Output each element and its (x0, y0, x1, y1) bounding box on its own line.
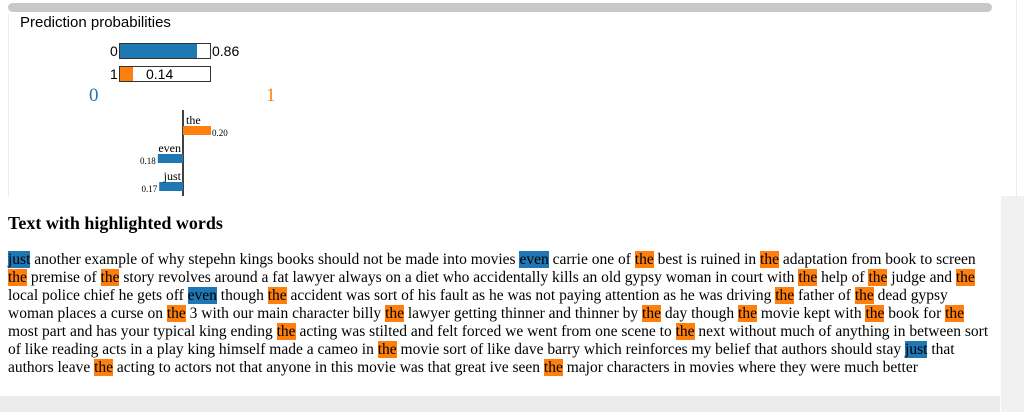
text-segment: 3 with our main character billy (185, 305, 386, 322)
highlighted-word-the: the (945, 305, 965, 322)
highlighted-word-the: the (854, 287, 874, 304)
highlighted-word-the: the (798, 269, 818, 286)
text-segment: premise of (26, 269, 101, 286)
weight-label-even-1: even (158, 141, 181, 155)
prob-bar-fill-class-0 (120, 44, 198, 58)
panel-divider (8, 14, 9, 196)
weight-value-even-1: 0.18 (140, 156, 156, 166)
highlighted-word-just: just (8, 251, 31, 268)
highlighted-word-the: the (760, 251, 779, 268)
weight-bar-even-1 (157, 154, 183, 163)
prediction-probabilities-title: Prediction probabilities (20, 14, 171, 31)
text-segment: local police chief he gets off (8, 287, 188, 304)
weight-value-just-2: 0.17 (141, 184, 157, 194)
highlighted-word-the: the (642, 305, 661, 322)
text-segment: carrie one of (548, 251, 635, 268)
highlighted-word-the: the (166, 305, 186, 322)
highlighted-text-body: just another example of why stepehn king… (8, 251, 996, 377)
text-segment: major characters in movies where they we… (562, 359, 918, 376)
class-name-left: 0 (89, 85, 99, 106)
highlighted-word-the: the (385, 305, 404, 322)
highlighted-word-the: the (100, 269, 120, 286)
weight-bar-just-2 (159, 182, 183, 191)
weight-value-the-0: 0.20 (212, 128, 228, 138)
text-segment: accident was sort of his fault as he was… (286, 287, 776, 304)
prob-label-class-0: 0 (110, 43, 118, 59)
text-segment: help of (817, 269, 869, 286)
highlighted-word-the: the (775, 287, 795, 304)
text-segment: father of (794, 287, 855, 304)
weight-label-the-0: the (186, 113, 201, 127)
text-segment: another example of why stepehn kings boo… (30, 251, 520, 268)
highlighted-word-the: the (955, 269, 975, 286)
text-segment: book for (884, 305, 946, 322)
weight-bar-the-0 (183, 126, 211, 135)
highlighted-word-the: the (8, 269, 27, 286)
text-segment: acting to actors not that anyone in this… (113, 359, 544, 376)
bottom-scrollbar-track[interactable] (0, 396, 1000, 412)
text-segment: though (216, 287, 268, 304)
weight-label-just-2: just (163, 169, 182, 183)
text-segment: most part and has your typical king endi… (8, 323, 277, 340)
highlighted-word-the: the (634, 251, 654, 268)
highlighted-word-the: the (267, 287, 287, 304)
prob-bar-fill-class-1 (120, 67, 133, 81)
text-segment: judge and (887, 269, 956, 286)
horizontal-scrollbar[interactable] (8, 3, 992, 12)
highlighted-word-even: even (519, 251, 549, 268)
prob-bar-class-0 (119, 43, 211, 59)
class-name-right: 1 (266, 85, 276, 106)
prob-label-class-1: 1 (110, 66, 118, 82)
text-segment: movie sort of like dave barry which rein… (396, 341, 906, 358)
text-segment: movie kept with (756, 305, 866, 322)
highlighted-word-the: the (865, 305, 885, 322)
highlighted-word-just: just (905, 341, 928, 358)
prob-value-class-0: 0.86 (212, 43, 240, 59)
highlighted-word-the: the (675, 323, 695, 340)
text-segment: lawyer getting thinner and thinner by (404, 305, 643, 322)
highlighted-word-the: the (94, 359, 114, 376)
text-segment: day though (660, 305, 739, 322)
right-gutter (1001, 196, 1024, 412)
highlighted-word-the: the (276, 323, 296, 340)
highlighted-word-the: the (377, 341, 397, 358)
text-segment: best is ruined in (653, 251, 761, 268)
highlighted-word-even: even (187, 287, 217, 304)
text-segment: acting was stilted and felt forced we we… (295, 323, 676, 340)
text-segment: story revolves around a fat lawyer alway… (119, 269, 799, 286)
text-segment: adaptation from book to screen (778, 251, 976, 268)
highlighted-word-the: the (543, 359, 563, 376)
text-highlight-heading: Text with highlighted words (8, 213, 223, 233)
highlighted-word-the: the (738, 305, 757, 322)
highlighted-word-the: the (868, 269, 888, 286)
prob-value-class-1: 0.14 (146, 66, 174, 82)
feature-weights-chart: the 0.20 even0.18 just 0.17 (140, 110, 228, 196)
